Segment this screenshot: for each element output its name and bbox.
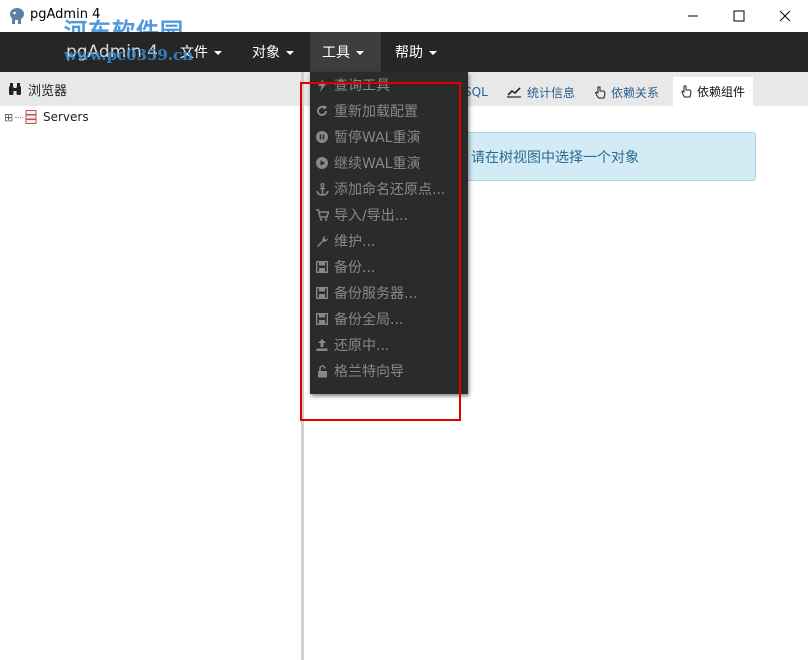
- tab-dependencies-label: 依赖关系: [611, 85, 660, 100]
- browser-panel: 浏览器 ⊞ Servers: [0, 72, 301, 660]
- caret-down-icon: [286, 51, 294, 55]
- tab-dependents-label: 依赖组件: [697, 85, 746, 99]
- caret-down-icon: [356, 51, 364, 55]
- info-alert-text: 请在树视图中选择一个对象: [471, 149, 639, 166]
- maximize-icon: [733, 10, 745, 22]
- caret-down-icon: [429, 51, 437, 55]
- info-alert: 请在树视图中选择一个对象: [454, 132, 756, 181]
- browser-panel-header[interactable]: 浏览器: [0, 72, 301, 106]
- close-button[interactable]: [762, 0, 808, 32]
- tree-node-servers[interactable]: ⊞ Servers: [4, 110, 89, 124]
- minimize-icon: [688, 15, 698, 17]
- binoculars-icon: [9, 82, 21, 95]
- menu-object-label: 对象: [252, 45, 280, 61]
- window-titlebar: pgAdmin 4 河东软件园: [0, 0, 808, 45]
- annotation-highlight-box: [300, 82, 461, 421]
- caret-down-icon: [214, 51, 222, 55]
- tab-dependents[interactable]: 依赖组件: [673, 77, 754, 106]
- tab-statistics-label: 统计信息: [527, 85, 576, 100]
- maximize-button[interactable]: [716, 0, 762, 32]
- close-icon: [779, 10, 791, 22]
- tree-connector: [15, 116, 23, 118]
- watermark-url: www.pc0359.cn: [64, 46, 194, 64]
- menu-tools[interactable]: 工具: [310, 32, 381, 72]
- menu-help[interactable]: 帮助: [383, 32, 449, 72]
- menu-object[interactable]: 对象: [240, 32, 306, 72]
- tree-node-label: Servers: [43, 110, 89, 124]
- line-chart-icon: [507, 87, 521, 98]
- server-group-icon: [25, 110, 37, 124]
- hand-pointer-icon: [594, 86, 606, 98]
- browser-panel-title: 浏览器: [28, 83, 68, 99]
- pgadmin-elephant-icon: [10, 8, 24, 24]
- tab-dependencies[interactable]: 依赖关系: [594, 78, 659, 106]
- tab-statistics[interactable]: 统计信息: [506, 78, 575, 106]
- minimize-button[interactable]: [670, 0, 716, 32]
- hand-pointer-icon: [681, 85, 692, 98]
- menu-tools-label: 工具: [322, 45, 350, 61]
- menu-help-label: 帮助: [395, 45, 423, 61]
